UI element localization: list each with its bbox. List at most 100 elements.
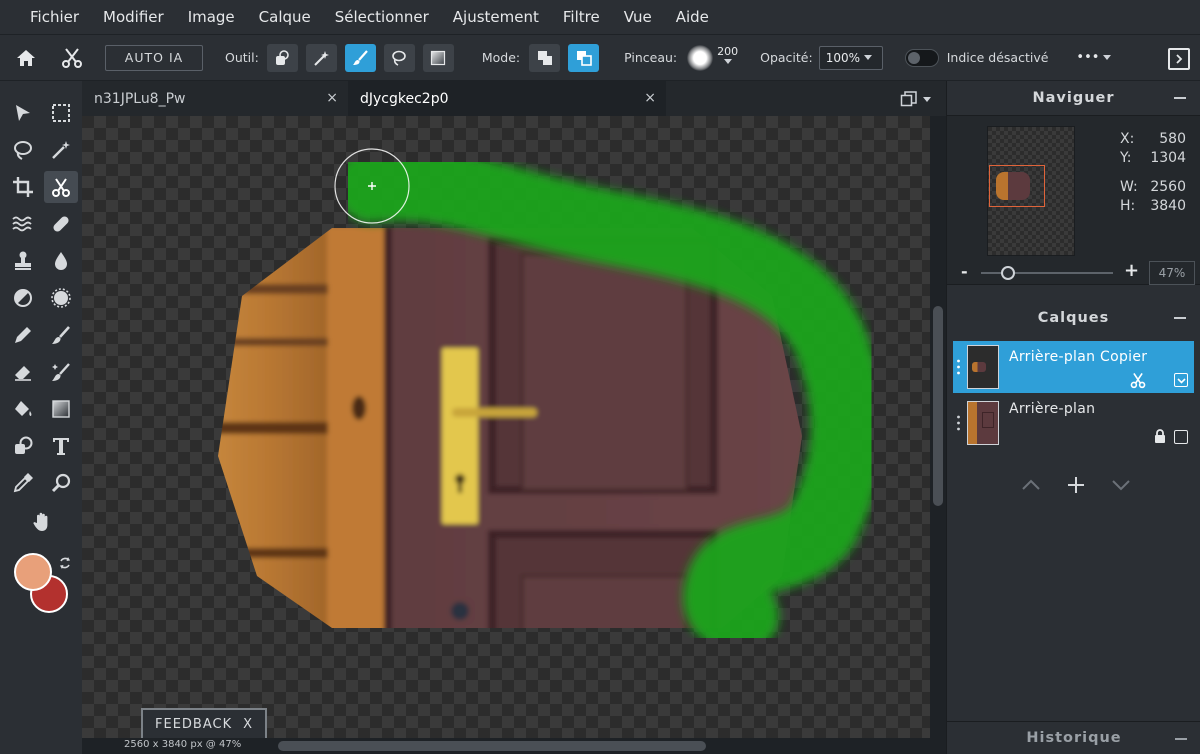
zoom-value-field[interactable]: 47% (1149, 261, 1195, 285)
feedback-label: FEEDBACK (155, 716, 233, 732)
menu-selectionner[interactable]: Sélectionner (335, 8, 429, 26)
menu-image[interactable]: Image (188, 8, 235, 26)
brush-preview[interactable] (687, 44, 714, 71)
stamp-icon (15, 251, 31, 270)
close-icon[interactable]: X (243, 717, 253, 732)
menu-aide[interactable]: Aide (676, 8, 709, 26)
cutout-tool[interactable] (44, 171, 78, 203)
crop-tool[interactable] (6, 171, 40, 203)
liquify-tool[interactable] (6, 208, 40, 240)
lasso-tool[interactable] (6, 134, 40, 166)
tab-document-2[interactable]: dJycgkec2p0 × (348, 81, 666, 116)
hand-tool[interactable] (25, 506, 59, 538)
add-layer-icon[interactable] (1067, 476, 1085, 494)
layer-visibility-checkbox[interactable] (1174, 430, 1188, 444)
x-label: X: (1120, 131, 1135, 147)
shape-tool[interactable] (6, 430, 40, 462)
navigator-thumbnail[interactable] (987, 126, 1075, 256)
layer-name[interactable]: Arrière-plan Copier (1009, 349, 1147, 365)
zoom-tool[interactable] (44, 467, 78, 499)
eraser-tool[interactable] (6, 356, 40, 388)
fill-tool[interactable] (6, 393, 40, 425)
swap-colors-icon[interactable] (58, 555, 72, 569)
lock-icon[interactable] (1153, 428, 1167, 444)
tool-lasso-button[interactable] (383, 43, 415, 72)
mode-subtract-button[interactable] (568, 43, 600, 72)
navigator-viewport[interactable] (989, 165, 1045, 207)
navigator-coords: X: 580 Y: 1304 W: 2560 H: 3840 (1120, 130, 1186, 216)
layer-name[interactable]: Arrière-plan (1009, 401, 1095, 417)
brush-size-control[interactable]: 200 (717, 45, 738, 64)
move-layer-up-icon[interactable] (1021, 479, 1041, 491)
feedback-button[interactable]: FEEDBACK X (141, 708, 267, 738)
collapse-icon[interactable] (1175, 738, 1187, 740)
move-tool[interactable] (6, 97, 40, 129)
menu-calque[interactable]: Calque (259, 8, 311, 26)
opacity-value: 100% (825, 50, 861, 65)
home-icon[interactable] (14, 46, 38, 70)
opacity-select[interactable]: 100% (818, 45, 883, 70)
layer-item[interactable]: Arrière-plan Copier (953, 341, 1194, 393)
tool-brush-button[interactable] (344, 43, 376, 72)
history-header[interactable]: Historique (947, 721, 1200, 754)
heal-tool[interactable] (44, 208, 78, 240)
menu-fichier[interactable]: Fichier (30, 8, 79, 26)
text-icon (53, 438, 69, 455)
horizontal-scroll-thumb[interactable] (278, 741, 706, 751)
pencil-tool[interactable] (6, 319, 40, 351)
menu-ajustement[interactable]: Ajustement (453, 8, 539, 26)
marquee-icon (52, 104, 70, 122)
tool-gradient-button[interactable] (422, 43, 454, 72)
hint-toggle[interactable] (904, 48, 939, 67)
drag-handle-icon[interactable] (957, 415, 960, 431)
drag-handle-icon[interactable] (957, 359, 960, 375)
menu-modifier[interactable]: Modifier (103, 8, 164, 26)
tool-lasso-magnetic-button[interactable] (266, 43, 298, 72)
move-layer-down-icon[interactable] (1111, 479, 1131, 491)
mode-add-button[interactable] (529, 43, 561, 72)
vertical-scrollbar[interactable] (930, 116, 946, 738)
zoom-out-button[interactable]: - (961, 262, 968, 281)
layer-visibility-checkbox[interactable] (1174, 373, 1188, 387)
gradient-icon (431, 50, 446, 65)
zoom-in-button[interactable]: + (1124, 260, 1139, 281)
close-icon[interactable]: × (644, 90, 656, 106)
smart-brush-tool[interactable] (44, 356, 78, 388)
tab-document-1[interactable]: n31JPLu8_Pw × (82, 81, 348, 116)
vertical-scroll-thumb[interactable] (933, 306, 943, 506)
layers-header: Calques (947, 301, 1200, 335)
status-bar: 2560 x 3840 px @ 47% (82, 738, 946, 754)
dodge-tool[interactable] (6, 282, 40, 314)
window-arrange-icon[interactable] (900, 89, 934, 109)
text-tool[interactable] (44, 430, 78, 462)
h-label: H: (1120, 198, 1136, 214)
blur-tool[interactable] (44, 245, 78, 277)
eyedropper-tool[interactable] (6, 467, 40, 499)
brush-tool[interactable] (44, 319, 78, 351)
canvas-area[interactable]: FEEDBACK X (82, 116, 930, 738)
close-icon[interactable]: × (326, 90, 338, 106)
document-canvas[interactable] (82, 116, 930, 738)
marquee-tool[interactable] (44, 97, 78, 129)
panel-toggle-icon[interactable] (1168, 48, 1190, 70)
foreground-color-swatch[interactable] (14, 553, 52, 591)
layer-item[interactable]: Arrière-plan (953, 397, 1194, 449)
magic-wand-tool[interactable] (44, 134, 78, 166)
gradient-tool[interactable] (44, 393, 78, 425)
menu-filtre[interactable]: Filtre (563, 8, 600, 26)
layer-thumbnail (967, 345, 999, 389)
collapse-icon[interactable] (1174, 97, 1186, 99)
more-options-button[interactable]: ••• (1076, 50, 1112, 65)
zoom-slider[interactable] (981, 266, 1113, 280)
tool-magic-wand-button[interactable] (305, 43, 337, 72)
w-label: W: (1120, 179, 1138, 195)
w-value: 2560 (1150, 179, 1186, 195)
chevron-down-icon (923, 96, 931, 102)
zoom-slider-handle[interactable] (1001, 266, 1015, 280)
stamp-tool[interactable] (6, 245, 40, 277)
scissors-tool-icon[interactable] (60, 46, 84, 70)
sponge-tool[interactable] (44, 282, 78, 314)
collapse-icon[interactable] (1174, 317, 1186, 319)
auto-ia-button[interactable]: AUTO IA (105, 44, 203, 71)
menu-vue[interactable]: Vue (624, 8, 652, 26)
